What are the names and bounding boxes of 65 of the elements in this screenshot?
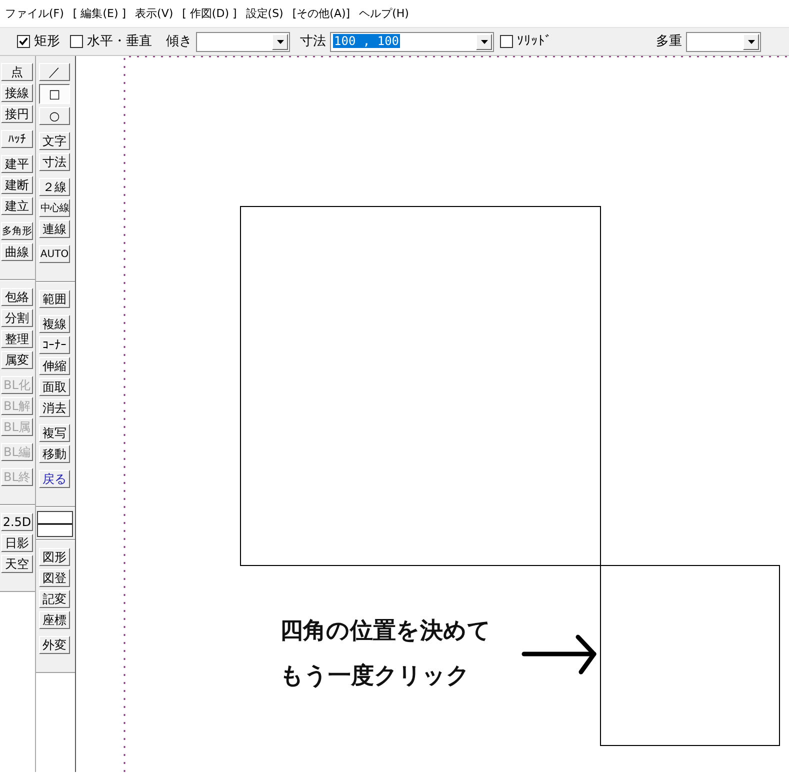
- tool-button[interactable]: ﾊｯﾁ: [1, 130, 33, 148]
- tool-button[interactable]: AUTO: [39, 245, 70, 263]
- tool-button[interactable]: 戻る: [39, 470, 70, 488]
- tool-button[interactable]: ｺｰﾅｰ: [39, 336, 70, 354]
- tool-button[interactable]: 範囲: [39, 290, 70, 308]
- tool-button[interactable]: 中心線: [39, 199, 70, 217]
- tool-button[interactable]: 日影: [1, 534, 33, 552]
- tool-button[interactable]: 整理: [1, 330, 33, 348]
- tool-button[interactable]: 天空: [1, 555, 33, 573]
- tool-button[interactable]: 伸縮: [39, 357, 70, 375]
- tool-button[interactable]: 建断: [1, 176, 33, 194]
- tool-button[interactable]: 点: [1, 63, 33, 81]
- tool-button[interactable]: 図登: [39, 569, 70, 587]
- menu-item[interactable]: ファイル(F): [5, 6, 64, 21]
- menu-item[interactable]: 設定(S): [246, 6, 284, 21]
- arrow-icon: [522, 634, 596, 674]
- tool-button[interactable]: 複線: [39, 315, 70, 333]
- tool-button[interactable]: 接線: [1, 84, 33, 102]
- checkmark-icon: [19, 37, 28, 46]
- field-label: 傾き: [166, 34, 192, 50]
- tool-button[interactable]: 曲線: [1, 243, 33, 261]
- tool-button[interactable]: 分割: [1, 309, 33, 327]
- instruction-text: 四角の位置を決めて: [280, 617, 491, 645]
- tool-button[interactable]: □: [39, 84, 70, 104]
- menu-item[interactable]: [ 編集(E) ]: [72, 6, 126, 21]
- dropdown[interactable]: [686, 32, 761, 52]
- dropdown[interactable]: 100 , 100: [330, 32, 494, 52]
- caret-icon[interactable]: [748, 40, 754, 44]
- dropdown[interactable]: [196, 32, 290, 52]
- checkbox[interactable]: [17, 35, 30, 48]
- checkbox-label[interactable]: ｿﾘｯﾄﾞ: [517, 34, 552, 50]
- tool-button[interactable]: 建平: [1, 155, 33, 173]
- tool-button[interactable]: 建立: [1, 197, 33, 215]
- caret-icon[interactable]: [480, 40, 488, 44]
- tool-button[interactable]: 座標: [39, 611, 70, 629]
- tool-button[interactable]: 2.5D: [1, 513, 33, 531]
- field-label: 寸法: [300, 34, 326, 50]
- tool-button[interactable]: 文字: [39, 132, 70, 150]
- tool-button[interactable]: 寸法: [39, 153, 70, 171]
- tool-button[interactable]: 属変: [1, 351, 33, 369]
- checkbox-label[interactable]: 矩形: [34, 34, 60, 50]
- menu-item[interactable]: [その他(A)]: [292, 6, 350, 21]
- tool-button[interactable]: 外変: [39, 636, 70, 654]
- tool-button[interactable]: ○: [39, 107, 70, 125]
- tool-button[interactable]: 多角形: [1, 222, 33, 240]
- tool-button[interactable]: 接円: [1, 105, 33, 123]
- tool-button[interactable]: 包絡: [1, 288, 33, 306]
- tool-button[interactable]: 記変: [39, 590, 70, 608]
- checkbox[interactable]: [500, 35, 513, 48]
- menu-item[interactable]: ヘルプ(H): [359, 6, 409, 21]
- instruction-text: もう一度クリック: [280, 662, 470, 690]
- tool-button[interactable]: ２線: [39, 178, 70, 196]
- tool-button[interactable]: 移動: [39, 445, 70, 463]
- tool-button[interactable]: 複写: [39, 424, 70, 442]
- checkbox-label[interactable]: 水平・垂直: [87, 34, 152, 50]
- field-label: 多重: [656, 34, 682, 50]
- tool-button[interactable]: 消去: [39, 399, 70, 417]
- menu-item[interactable]: [ 作図(D) ]: [182, 6, 237, 21]
- tool-button[interactable]: 図形: [39, 548, 70, 566]
- menu-item[interactable]: 表示(V): [135, 6, 174, 21]
- tool-button[interactable]: 面取: [39, 378, 70, 396]
- tool-button[interactable]: ／: [39, 63, 70, 81]
- tool-button[interactable]: 連線: [39, 220, 70, 238]
- caret-icon[interactable]: [276, 40, 284, 44]
- checkbox[interactable]: [70, 35, 83, 48]
